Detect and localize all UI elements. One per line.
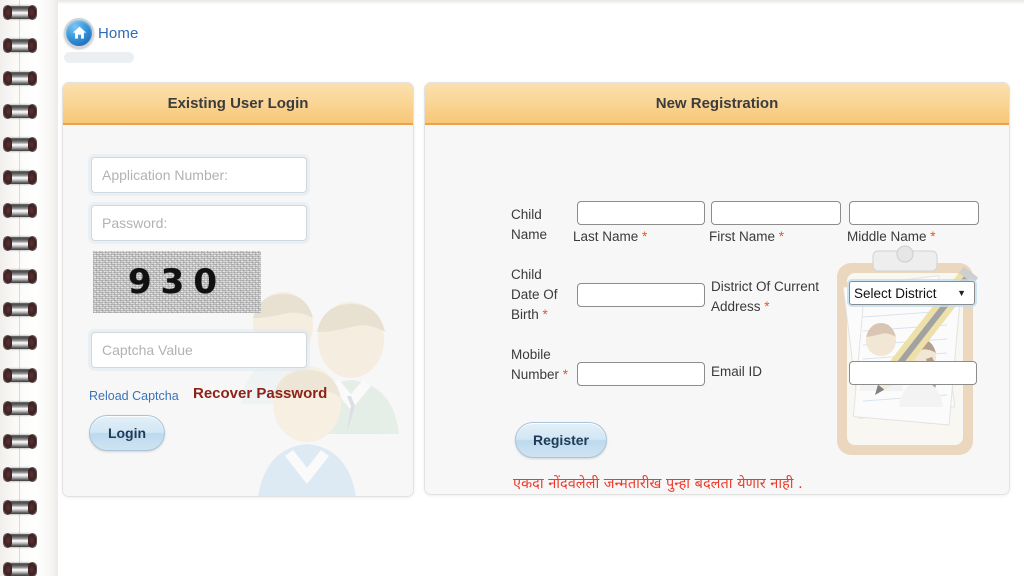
mobile-number-label-text: Mobile Number <box>511 347 560 382</box>
first-name-input[interactable] <box>711 201 841 225</box>
district-select-value: Select District <box>854 285 937 301</box>
binding-ring <box>3 335 37 350</box>
notebook-binding <box>0 0 58 576</box>
binding-ring <box>3 203 37 218</box>
binding-ring <box>3 533 37 548</box>
child-dob-input[interactable] <box>577 283 705 307</box>
middle-name-input[interactable] <box>849 201 979 225</box>
binding-ring <box>3 104 37 119</box>
middle-name-label-text: Middle Name <box>847 229 927 244</box>
last-name-label-text: Last Name <box>573 229 639 244</box>
top-strip <box>0 0 1024 4</box>
district-select[interactable]: Select District ▼ <box>849 281 975 305</box>
registration-panel-body: Child Name Last Name * First Name * Midd… <box>425 125 1009 494</box>
last-name-input[interactable] <box>577 201 705 225</box>
mobile-number-input[interactable] <box>577 362 705 386</box>
last-name-label: Last Name * <box>573 229 647 244</box>
home-icon <box>64 18 94 48</box>
mobile-number-label: Mobile Number * <box>511 345 575 385</box>
clipboard-illustration <box>837 245 979 455</box>
binding-ring <box>3 38 37 53</box>
child-dob-label-text: Child Date Of Birth <box>511 267 558 322</box>
reload-captcha-link[interactable]: Reload Captcha <box>89 389 179 403</box>
login-panel-body: 930 Reload Captcha Recover Password Logi… <box>63 125 413 496</box>
login-button[interactable]: Login <box>89 415 165 451</box>
required-marker: * <box>642 229 648 244</box>
first-name-label-text: First Name <box>709 229 776 244</box>
binding-ring <box>3 170 37 185</box>
captcha-value-input[interactable] <box>91 332 307 368</box>
binding-ring <box>3 401 37 416</box>
login-panel-title: Existing User Login <box>63 83 413 125</box>
required-marker: * <box>562 367 569 382</box>
page-root: Home Existing User Login Application Num… <box>0 0 1024 576</box>
binding-ring <box>3 467 37 482</box>
binding-ring <box>3 500 37 515</box>
email-label: Email ID <box>711 364 763 379</box>
required-marker: * <box>930 229 936 244</box>
home-link[interactable]: Home <box>64 18 138 48</box>
required-marker: * <box>542 307 548 322</box>
captcha-image: 930 <box>93 251 261 313</box>
first-name-label: First Name * <box>709 229 784 244</box>
home-label: Home <box>98 24 139 42</box>
binding-crease-line <box>19 0 20 576</box>
child-dob-label: Child Date Of Birth * <box>511 265 573 325</box>
required-marker: * <box>778 229 785 244</box>
home-underline-pill <box>64 52 134 63</box>
binding-ring <box>3 236 37 251</box>
binding-ring <box>3 71 37 86</box>
registration-panel-title: New Registration <box>425 83 1009 125</box>
register-button[interactable]: Register <box>515 422 607 458</box>
email-input[interactable] <box>849 361 977 385</box>
binding-ring <box>3 434 37 449</box>
binding-ring <box>3 302 37 317</box>
application-number-input[interactable] <box>91 157 307 193</box>
recover-password-link[interactable]: Recover Password <box>193 385 327 402</box>
binding-ring <box>3 562 37 576</box>
dob-warning-note: एकदा नोंदवलेली जन्मतारीख पुन्हा बदलता ये… <box>513 476 803 492</box>
district-label: District Of Current Address * <box>711 277 841 317</box>
middle-name-label: Middle Name * <box>847 229 936 244</box>
binding-ring <box>3 137 37 152</box>
existing-user-login-panel: Existing User Login Application Number: … <box>62 82 414 497</box>
chevron-down-icon: ▼ <box>957 288 966 298</box>
binding-ring <box>3 368 37 383</box>
captcha-text: 930 <box>128 262 226 302</box>
new-registration-panel: New Registration Child Name Last Name * … <box>424 82 1010 495</box>
child-name-label: Child Name <box>511 207 548 242</box>
binding-ring <box>3 269 37 284</box>
required-marker: * <box>764 299 770 314</box>
password-input[interactable] <box>91 205 307 241</box>
binding-ring <box>3 5 37 20</box>
